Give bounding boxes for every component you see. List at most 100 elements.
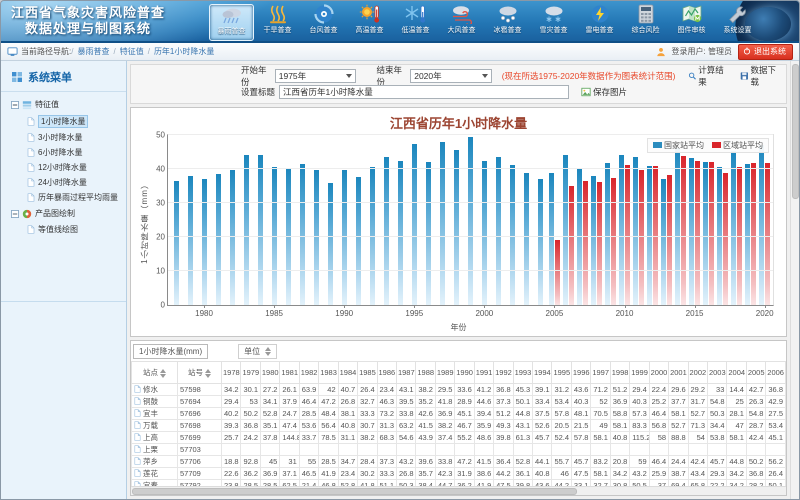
calculate-result-link[interactable]: 计算结果 [688,64,728,88]
column-header-year-1994[interactable]: 1994 [533,362,552,384]
nav-item-calculator[interactable]: 综合风险 [623,4,668,41]
column-header-year-1993[interactable]: 1993 [513,362,532,384]
nav-item-drought[interactable]: 干旱普查 [255,4,300,41]
column-header-year-1980[interactable]: 1980 [260,362,279,384]
tree-group-0[interactable]: 特征值 [3,96,124,113]
nav-item-snow[interactable]: 雪灾普查 [531,4,576,41]
chart-ylabel: 1小时降水量（mm） [139,180,150,264]
column-header-year-2006[interactable]: 2006 [766,362,786,384]
value-cell: 30.7 [358,420,377,432]
logout-button[interactable]: 退出系统 [738,44,793,60]
bar-group-1982 [225,135,239,305]
breadcrumb-item[interactable]: 历年1小时降水量 [154,46,214,57]
column-header-year-1985[interactable]: 1985 [358,362,377,384]
column-header-year-1991[interactable]: 1991 [474,362,493,384]
nav-item-settings[interactable]: 系统设置 [715,4,760,41]
column-header-year-1982[interactable]: 1982 [299,362,318,384]
save-image-link[interactable]: 保存图片 [581,86,627,98]
station-name-cell[interactable]: 上高 [132,432,178,444]
column-header-station[interactable]: 站点 [132,362,178,384]
value-cell: 27.5 [766,408,786,420]
nav-item-high-temp[interactable]: 高温普查 [347,4,392,41]
column-header-station-id[interactable]: 站号 [178,362,222,384]
sidebar-item[interactable]: 24小时降水量 [3,175,124,190]
snow-icon [542,4,566,24]
column-header-year-1995[interactable]: 1995 [552,362,571,384]
chart-title-input[interactable] [279,85,569,99]
nav-item-map-review[interactable]: 图件审核 [669,4,714,41]
value-cell: 56.2 [766,456,786,468]
nav-item-rainstorm[interactable]: 暴雨普查 [209,4,254,41]
column-header-year-1978[interactable]: 1978 [222,362,241,384]
column-header-year-1998[interactable]: 1998 [610,362,629,384]
station-name-cell[interactable]: 宜丰 [132,408,178,420]
column-header-year-2003[interactable]: 2003 [707,362,726,384]
vertical-scrollbar[interactable] [790,61,799,499]
nav-item-typhoon[interactable]: 台风普查 [301,4,346,41]
search-icon [688,71,697,81]
column-header-year-1989[interactable]: 1989 [435,362,454,384]
column-header-year-2001[interactable]: 2001 [669,362,688,384]
horizontal-scrollbar[interactable] [131,486,786,495]
station-name-cell[interactable]: 上栗 [132,444,178,456]
column-header-year-1997[interactable]: 1997 [591,362,610,384]
breadcrumb-item[interactable]: 特征值 [120,46,144,57]
column-header-year-1984[interactable]: 1984 [338,362,357,384]
value-cell: 52.7 [669,420,688,432]
value-cell: 25 [727,396,746,408]
column-header-year-1987[interactable]: 1987 [396,362,415,384]
column-header-year-2005[interactable]: 2005 [746,362,765,384]
horizontal-scrollbar-thumb[interactable] [132,488,577,495]
start-year-select[interactable]: 1975年 [275,69,356,83]
station-name-cell[interactable]: 修水 [132,384,178,396]
column-header-year-1983[interactable]: 1983 [319,362,338,384]
sidebar-item[interactable]: 等值线绘图 [3,222,124,237]
value-cell: 47 [727,420,746,432]
column-header-year-1996[interactable]: 1996 [571,362,590,384]
unit-select[interactable]: 单位 [238,344,277,359]
bar-national-2007 [577,169,582,305]
unit-button[interactable]: 1小时降水量(mm) [133,344,208,359]
column-header-year-1999[interactable]: 1999 [630,362,649,384]
bar-group-2004 [533,135,547,305]
station-name-cell[interactable]: 萍乡 [132,456,178,468]
nav-item-gale[interactable]: 大风普查 [439,4,484,41]
station-name-cell[interactable]: 万载 [132,420,178,432]
bar-national-1991 [356,177,361,305]
value-cell: 40.8 [610,432,629,444]
nav-item-label: 综合风险 [632,25,660,35]
value-cell: 48.6 [474,432,493,444]
value-cell: 59 [630,456,649,468]
sidebar-item[interactable]: 3小时降水量 [3,130,124,145]
column-header-year-1981[interactable]: 1981 [280,362,299,384]
column-header-year-2000[interactable]: 2000 [649,362,668,384]
tree-group-1[interactable]: 产品图绘制 [3,205,124,222]
bar-national-1990 [342,170,347,305]
bar-national-1980 [202,179,207,305]
value-cell: 23.4 [377,384,396,396]
sidebar-item[interactable]: 历年暴雨过程平均雨量 [3,190,124,205]
bar-group-1978 [169,135,183,305]
end-year-select[interactable]: 2020年 [410,69,491,83]
column-header-year-2004[interactable]: 2004 [727,362,746,384]
column-header-year-1979[interactable]: 1979 [241,362,260,384]
station-name-cell[interactable]: 铜鼓 [132,396,178,408]
nav-item-hail[interactable]: 冰雹普查 [485,4,530,41]
vertical-scrollbar-thumb[interactable] [792,64,799,199]
sidebar-item[interactable]: 6小时降水量 [3,145,124,160]
sidebar-item[interactable]: 12小时降水量 [3,160,124,175]
sidebar-item[interactable]: 1小时降水量 [3,113,124,130]
nav-item-low-temp[interactable]: 低温普查 [393,4,438,41]
column-header-year-1990[interactable]: 1990 [455,362,474,384]
column-header-year-1986[interactable]: 1986 [377,362,396,384]
value-cell: 46.5 [299,468,318,480]
column-header-year-1988[interactable]: 1988 [416,362,435,384]
value-cell: 45.7 [533,432,552,444]
column-header-year-2002[interactable]: 2002 [688,362,707,384]
data-download-link[interactable]: 数据下载 [740,64,780,88]
nav-item-lightning[interactable]: 雷电普查 [577,4,622,41]
column-header-year-1992[interactable]: 1992 [494,362,513,384]
bar-regional-2017 [723,173,728,305]
station-name-cell[interactable]: 莲花 [132,468,178,480]
breadcrumb-item[interactable]: 暴雨普查 [77,46,109,57]
